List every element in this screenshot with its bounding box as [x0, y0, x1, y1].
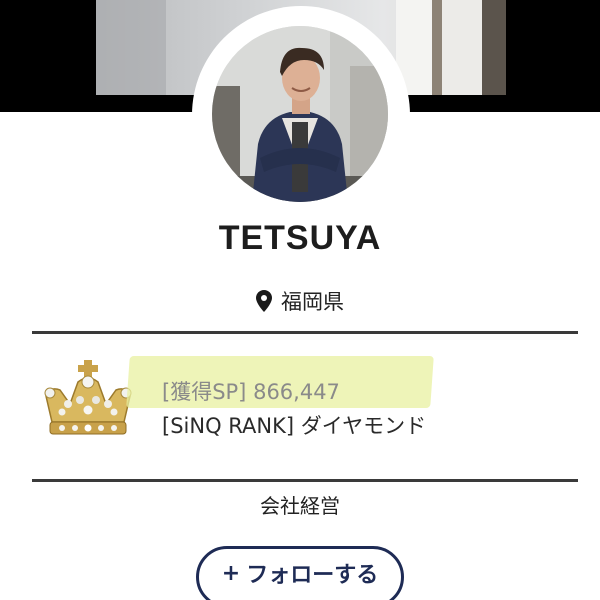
plus-icon: + [221, 560, 241, 586]
divider [32, 479, 578, 482]
crown-icon [40, 360, 136, 442]
sinq-rank-value: ダイヤモンド [300, 414, 427, 438]
divider [32, 331, 578, 334]
profile-page: TETSUYA 福岡県 [獲得SP] 866,447 [SiNQ RANK] ダ… [0, 0, 600, 600]
follow-button-label: フォローする [246, 563, 379, 588]
sinq-rank: [SiNQ RANK] ダイヤモンド [162, 410, 426, 440]
username: TETSUYA [218, 219, 382, 257]
sinq-rank-label: [SiNQ RANK] [162, 414, 295, 438]
earned-sp-label: [獲得SP] [162, 380, 247, 404]
location-label: 福岡県 [281, 290, 344, 314]
earned-sp-value: 866,447 [253, 380, 340, 404]
follow-button[interactable]: + フォローする [196, 546, 404, 600]
earned-sp: [獲得SP] 866,447 [162, 376, 340, 406]
avatar[interactable] [212, 26, 388, 202]
occupation: 会社経営 [260, 494, 340, 518]
map-pin-icon [256, 290, 272, 312]
location: 福岡県 [0, 286, 600, 316]
